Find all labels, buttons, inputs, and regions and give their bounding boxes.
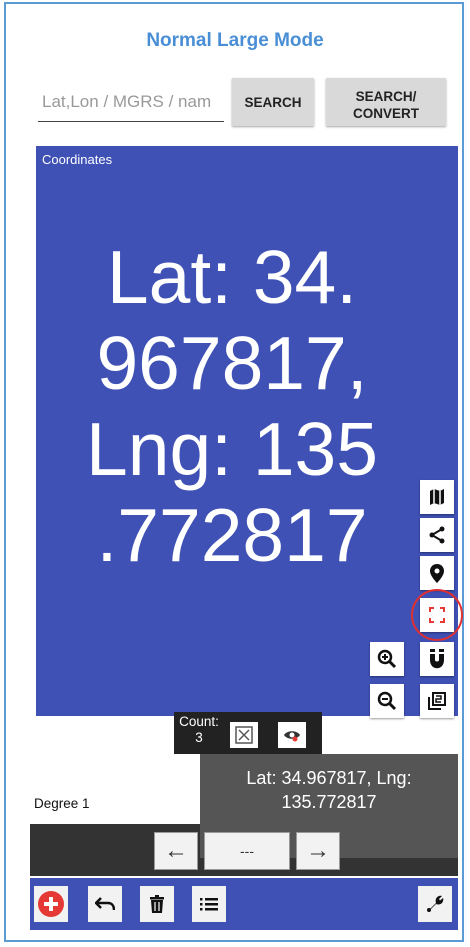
page-indicator[interactable]: ---: [204, 832, 290, 870]
undo-icon[interactable]: [88, 886, 122, 922]
delete-icon[interactable]: [140, 886, 174, 922]
clear-markers-icon[interactable]: [230, 722, 258, 748]
coordinates-line: Lat: 34.: [106, 235, 358, 319]
count-value: 3: [195, 730, 203, 745]
coordinates-line: .772817: [96, 493, 368, 577]
next-button[interactable]: →: [296, 832, 340, 870]
copy-icon[interactable]: [420, 684, 454, 718]
prev-button[interactable]: ←: [154, 832, 198, 870]
coordinates-display: Lat: 34. 967817, Lng: 135 .772817: [36, 234, 428, 578]
page-title: Normal Large Mode: [146, 30, 324, 51]
highlight-circle: [411, 589, 463, 641]
count-label-text: Count:: [179, 714, 219, 729]
pin-icon[interactable]: [420, 556, 454, 590]
count-label: Count: 3: [174, 714, 224, 746]
zoom-in-icon[interactable]: [370, 642, 404, 676]
map-icon[interactable]: [420, 480, 454, 514]
add-icon[interactable]: [34, 886, 68, 922]
magnet-icon[interactable]: [420, 642, 454, 676]
coordinates-label: Coordinates: [42, 152, 113, 167]
degree-label: Degree 1: [34, 796, 90, 811]
zoom-out-icon[interactable]: [370, 684, 404, 718]
search-button[interactable]: SEARCH: [232, 78, 314, 126]
search-convert-button[interactable]: SEARCH/ CONVERT: [326, 78, 446, 126]
coordinates-line: Lng: 135: [86, 407, 378, 491]
coordinates-line: 967817,: [96, 321, 368, 405]
share-icon[interactable]: [420, 518, 454, 552]
list-icon[interactable]: [192, 886, 226, 922]
coordinates-panel: Coordinates Lat: 34. 967817, Lng: 135 .7…: [36, 146, 458, 716]
count-bar: Count: 3: [174, 712, 322, 754]
search-input[interactable]: [38, 82, 224, 122]
settings-wrench-icon[interactable]: [418, 886, 452, 922]
visibility-icon[interactable]: [278, 722, 306, 748]
